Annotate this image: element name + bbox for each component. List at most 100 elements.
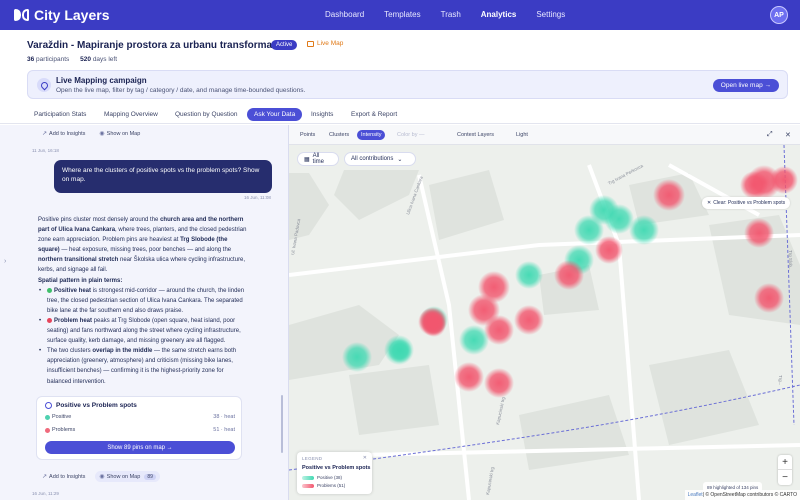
tab-participation-stats[interactable]: Participation Stats bbox=[34, 108, 86, 121]
row-label: Problems bbox=[52, 427, 76, 433]
nav-dashboard[interactable]: Dashboard bbox=[325, 10, 364, 19]
tab-question-by-question[interactable]: Question by Question bbox=[175, 108, 238, 121]
map-buildings bbox=[289, 170, 800, 470]
svg-text:Trg Ivana Perkovca: Trg Ivana Perkovca bbox=[607, 163, 644, 186]
bullet-bold: overlap in the middle bbox=[92, 348, 153, 355]
days-label: days left bbox=[92, 56, 118, 63]
live-map-badge[interactable]: Live Map bbox=[307, 40, 343, 47]
answer-intro: Positive pins cluster most densely aroun… bbox=[38, 215, 248, 276]
timestamp: 16 Jun, 11:29 bbox=[32, 491, 59, 496]
legend-title: Positive vs Problem spots bbox=[302, 465, 371, 471]
bullet-bold: Problem heat bbox=[54, 317, 93, 324]
tab-mapping-overview[interactable]: Mapping Overview bbox=[104, 108, 158, 121]
logo[interactable]: City Layers bbox=[14, 7, 109, 23]
participants-label: participants bbox=[36, 56, 70, 63]
show-on-map-button[interactable]: ◉ Show on Map 89 bbox=[95, 471, 160, 482]
nav-templates[interactable]: Templates bbox=[384, 10, 420, 19]
chevron-right-icon[interactable]: › bbox=[4, 258, 6, 265]
timestamp: 16 Jun, 11:08 bbox=[244, 195, 271, 200]
contributions-filter-label: All contributions bbox=[351, 156, 394, 162]
tab-ask-your-data[interactable]: Ask Your Data bbox=[247, 108, 303, 121]
clear-filter-label: Clear: Positive vs Problem spots bbox=[713, 200, 786, 206]
logo-icon bbox=[14, 8, 30, 22]
bullet-text: The two clusters bbox=[47, 348, 93, 355]
logo-text: City Layers bbox=[34, 7, 110, 23]
add-to-insights-button[interactable]: ↗ Add to Insights bbox=[38, 128, 89, 139]
avatar[interactable]: AP bbox=[770, 6, 788, 24]
page-title: Varaždin - Mapiranje prostora za urbanu … bbox=[27, 40, 290, 51]
positive-dot-icon bbox=[47, 287, 52, 293]
chat-scrollbar[interactable] bbox=[281, 395, 283, 453]
banner-title: Live Mapping campaign bbox=[56, 76, 147, 85]
add-to-insights-label: Add to Insights bbox=[49, 473, 86, 480]
contributions-filter-dropdown[interactable]: All contributions ⌄ bbox=[344, 152, 416, 166]
close-icon: ✕ bbox=[707, 200, 712, 206]
banner-subtitle: Open the live map, filter by tag / categ… bbox=[56, 87, 306, 94]
map-legend: LEGEND ✕ Positive vs Problem spots Posit… bbox=[297, 452, 372, 494]
project-stats: 36 participants 520 days left bbox=[27, 56, 117, 63]
result-card: Positive vs Problem spots Positive 38 · … bbox=[36, 396, 242, 460]
time-filter-label: All time bbox=[312, 153, 325, 165]
legend-swatch bbox=[302, 483, 314, 488]
legend-row-positive: Positive (38) bbox=[302, 475, 342, 480]
days-count: 520 bbox=[80, 56, 91, 63]
mode-intensity[interactable]: Intensity bbox=[357, 130, 386, 140]
leaflet-link[interactable]: Leaflet bbox=[688, 492, 703, 498]
legend-heading: LEGEND bbox=[302, 456, 323, 461]
result-card-title: Positive vs Problem spots bbox=[45, 402, 137, 409]
problem-dot-icon bbox=[47, 317, 52, 323]
expand-icon[interactable]: ⤢ bbox=[767, 131, 773, 139]
tab-insights[interactable]: Insights bbox=[311, 108, 333, 121]
answer-text: Positive pins cluster most densely aroun… bbox=[38, 217, 161, 223]
pin-icon: ◉ bbox=[99, 131, 105, 137]
list-item: The two clusters overlap in the middle —… bbox=[38, 346, 248, 386]
mode-color-by: Color by — bbox=[397, 132, 425, 138]
close-icon[interactable]: ✕ bbox=[363, 455, 367, 461]
svg-text:Trg Slob...: Trg Slob... bbox=[788, 250, 793, 271]
nav-trash[interactable]: Trash bbox=[441, 10, 461, 19]
mode-clusters[interactable]: Clusters bbox=[329, 130, 349, 140]
nav-settings[interactable]: Settings bbox=[536, 10, 565, 19]
top-nav: City Layers Dashboard Templates Trash An… bbox=[0, 0, 800, 30]
add-to-insights-button[interactable]: ↗ Add to Insights bbox=[38, 471, 89, 482]
context-layers-button[interactable]: Context Layers bbox=[457, 130, 494, 140]
pattern-list: Positive heat is strongest mid-corridor … bbox=[38, 286, 248, 387]
mode-points[interactable]: Points bbox=[300, 130, 315, 140]
open-live-map-button[interactable]: Open live map → bbox=[712, 79, 779, 92]
svg-text:Kapucinski trg: Kapucinski trg bbox=[495, 396, 506, 425]
calendar-icon: ▦ bbox=[304, 156, 310, 163]
user-question-bubble: Where are the clusters of positive spots… bbox=[54, 160, 272, 193]
clear-filter-button[interactable]: ✕ Clear: Positive vs Problem spots bbox=[702, 197, 791, 209]
map-canvas: Trg Ivana Perkovca Kapucinski trg Kapuci… bbox=[289, 144, 800, 500]
svg-text:Kapucinski trg: Kapucinski trg bbox=[485, 466, 495, 495]
location-pin-icon bbox=[37, 78, 51, 92]
pin-icon: ◉ bbox=[99, 474, 105, 480]
row-value: 51 · heat bbox=[213, 427, 235, 433]
target-icon bbox=[45, 402, 52, 409]
pattern-header: Spatial pattern in plain terms: bbox=[38, 277, 123, 284]
svg-text:Trg...: Trg... bbox=[778, 375, 783, 385]
legend-label: Positive (38) bbox=[317, 475, 343, 480]
light-toggle[interactable]: Light bbox=[516, 130, 528, 140]
tab-export-report[interactable]: Export & Report bbox=[351, 108, 397, 121]
map-view[interactable]: Trg Ivana Perkovca Kapucinski trg Kapuci… bbox=[289, 125, 800, 500]
nav-analytics[interactable]: Analytics bbox=[481, 10, 517, 19]
trend-icon: ↗ bbox=[42, 474, 48, 480]
show-pins-button[interactable]: Show 89 pins on map → bbox=[45, 441, 235, 454]
zoom-out-button[interactable]: − bbox=[778, 470, 792, 485]
show-on-map-button[interactable]: ◉ Show on Map bbox=[95, 128, 144, 139]
row-label: Positive bbox=[52, 414, 72, 420]
show-on-map-label: Show on Map bbox=[106, 473, 141, 480]
close-icon[interactable]: ✕ bbox=[785, 131, 791, 139]
bullet-bold: Positive heat bbox=[54, 287, 92, 294]
legend-label: Problems (51) bbox=[317, 483, 346, 488]
time-filter-dropdown[interactable]: ▦ All time bbox=[297, 152, 339, 166]
participants-count: 36 bbox=[27, 56, 35, 63]
map-toolbar: Points Clusters Intensity Color by — Con… bbox=[289, 125, 800, 145]
answer-bold: northern transitional stretch bbox=[38, 257, 119, 264]
result-row-positive: Positive 38 · heat bbox=[45, 414, 235, 420]
result-row-problems: Problems 51 · heat bbox=[45, 427, 235, 433]
assistant-answer: Positive pins cluster most densely aroun… bbox=[38, 215, 248, 387]
zoom-in-button[interactable]: + bbox=[778, 455, 792, 470]
nav-links: Dashboard Templates Trash Analytics Sett… bbox=[325, 10, 585, 19]
